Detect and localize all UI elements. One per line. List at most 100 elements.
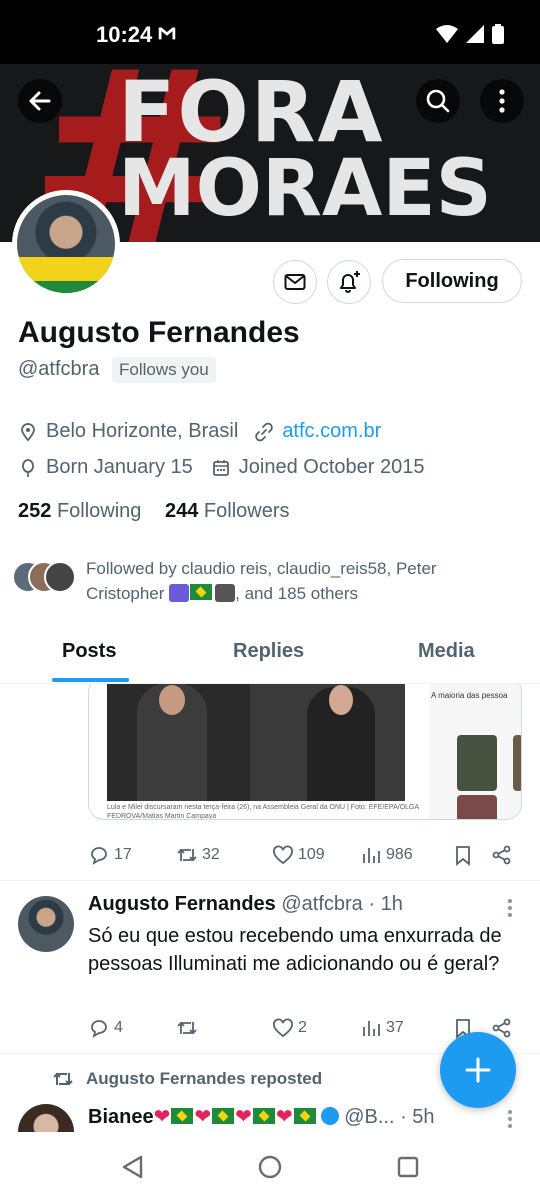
like-count: 109 [298, 846, 325, 863]
repost-button[interactable] [176, 1017, 202, 1039]
views-count: 986 [386, 846, 413, 863]
tab-active-indicator [52, 678, 129, 682]
bookmark-icon [456, 846, 470, 866]
post2-more-icon[interactable] [506, 897, 514, 919]
profile-handle: @atfcbra [18, 358, 100, 380]
tab-posts[interactable]: Posts [62, 640, 116, 663]
followed-by-avatars[interactable] [12, 561, 82, 597]
post3-more-icon[interactable] [506, 1108, 514, 1130]
repost-icon [177, 1021, 197, 1035]
views-icon [363, 848, 380, 863]
following-button[interactable]: Following [382, 259, 522, 303]
post2-time: · 1h [368, 893, 403, 915]
tab-replies[interactable]: Replies [233, 640, 304, 663]
search-icon [426, 89, 450, 113]
back-button[interactable] [18, 79, 62, 123]
post2-avatar[interactable] [18, 896, 74, 952]
bookmark-button[interactable] [452, 844, 474, 866]
profile-location: Belo Horizonte, Brasil [46, 420, 239, 442]
following-count-link[interactable]: 252 Following [18, 500, 141, 522]
share-icon [492, 845, 511, 865]
like-button[interactable]: 2 [272, 1017, 307, 1039]
message-button[interactable] [273, 260, 317, 304]
status-bar: 10:24 [0, 0, 540, 64]
following-count-label: Following [56, 500, 142, 522]
post2-author-name[interactable]: Augusto Fernandes [88, 893, 276, 915]
notifications-button[interactable] [327, 260, 371, 304]
followers-count-link[interactable]: 244 Followers [165, 500, 290, 522]
reply-icon [91, 847, 107, 865]
reply-button[interactable]: 4 [88, 1017, 123, 1039]
followed-by-others: , and 185 others [235, 584, 359, 603]
like-button[interactable]: 109 [272, 844, 325, 866]
nav-recents-icon[interactable] [396, 1155, 420, 1179]
android-nav-bar [0, 1132, 540, 1200]
post-media-card[interactable]: Lula e Milei discursaram nesta terça-fei… [88, 684, 522, 820]
share-button[interactable] [491, 844, 513, 866]
heart-icon [273, 1018, 293, 1038]
profile-meta-row2: Born January 15 Joined October 2015 [18, 456, 424, 479]
reply-button[interactable]: 17 [88, 844, 132, 866]
verified-badge-icon [320, 1107, 339, 1125]
following-count: 252 [18, 500, 52, 522]
location-icon [21, 422, 35, 441]
envelope-icon [284, 274, 306, 290]
post3-author-name[interactable]: Bianee [88, 1106, 154, 1128]
brazil-flag-icon [212, 1108, 235, 1124]
views-count: 37 [386, 1019, 404, 1036]
avatar-image [17, 195, 115, 293]
repost-button[interactable]: 32 [176, 844, 220, 866]
profile-avatar[interactable] [12, 190, 120, 298]
post2-text: Só eu que estou recebendo uma enxurrada … [88, 925, 502, 975]
people-emoji-icon [215, 584, 236, 602]
compose-post-button[interactable] [440, 1032, 516, 1108]
plus-icon [465, 1057, 491, 1083]
brazil-flag-icon [171, 1108, 194, 1124]
like-count: 2 [298, 1019, 307, 1036]
brazil-flag-icon [293, 1108, 316, 1124]
repost-icon [177, 848, 197, 862]
status-time: 10:24 [96, 22, 153, 47]
link-icon [255, 422, 274, 441]
post3-header: Bianee❤ ❤ ❤ ❤ @B... · 5h [88, 1104, 435, 1129]
reply-count: 17 [114, 846, 132, 863]
more-vertical-icon [499, 89, 505, 113]
shop-ad-text: A maioria das pessoa [431, 691, 508, 700]
follows-you-badge: Follows you [112, 357, 216, 383]
follow-counts: 252 Following 244 Followers [18, 500, 290, 523]
profile-website-link[interactable]: atfc.com.br [282, 420, 381, 443]
post-divider [0, 880, 540, 881]
post3-time: · 5h [400, 1106, 435, 1128]
wifi-icon [436, 25, 458, 43]
heart-emoji-icon: ❤ [153, 1106, 171, 1128]
profile-name: Augusto Fernandes [18, 316, 300, 349]
followers-count-label: Followers [203, 500, 290, 522]
reply-count: 4 [114, 1019, 123, 1036]
nav-home-icon[interactable] [257, 1154, 283, 1180]
search-button[interactable] [416, 79, 460, 123]
post-photo [107, 684, 405, 801]
repost-label: Augusto Fernandes reposted [86, 1069, 323, 1088]
repost-count: 32 [202, 846, 220, 863]
followers-count: 244 [164, 500, 199, 522]
balloon-icon [22, 458, 34, 477]
shop-ad-preview: A maioria das pessoa [429, 684, 521, 819]
post2-author-handle: @atfcbra [281, 893, 363, 915]
banner-text-line2: MORAES [118, 144, 492, 234]
heart-icon [273, 845, 293, 865]
views-button[interactable]: 986 [360, 844, 413, 866]
battery-icon [492, 24, 504, 44]
accessibility-emoji-icon [169, 584, 190, 602]
views-button[interactable]: 37 [360, 1017, 404, 1039]
photo-caption: Lula e Milei discursaram nesta terça-fei… [107, 804, 419, 820]
signal-icon [466, 25, 484, 43]
more-options-button[interactable] [480, 79, 524, 123]
back-arrow-icon [29, 91, 51, 111]
status-icons [436, 24, 504, 44]
tab-media[interactable]: Media [418, 640, 475, 663]
heart-emoji-icon: ❤ [194, 1106, 212, 1128]
nav-back-icon[interactable] [120, 1154, 146, 1180]
views-icon [363, 1021, 380, 1036]
post1-actions: 17 32 109 986 [88, 844, 528, 872]
followed-by-text[interactable]: Followed by claudio reis, claudio_reis58… [86, 556, 486, 606]
